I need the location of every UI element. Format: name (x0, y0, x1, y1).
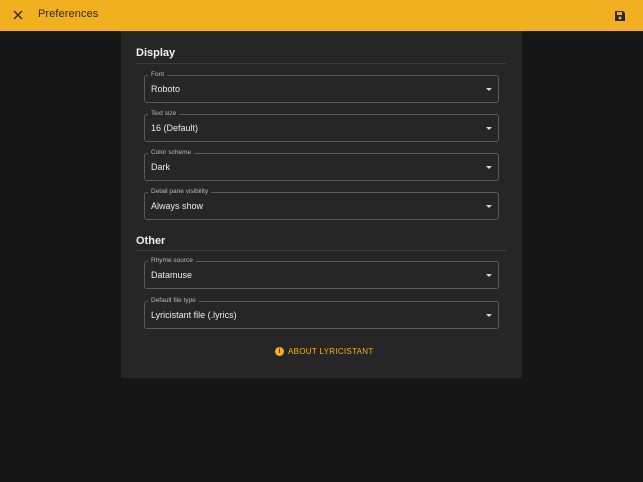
info-icon: i (275, 347, 284, 356)
section-title-other: Other (136, 235, 166, 247)
section-title-display: Display (136, 47, 176, 59)
field-value: Roboto (151, 84, 181, 94)
field-label: Default file type (148, 296, 199, 305)
field-label: Rhyme source (148, 256, 196, 265)
dropdown-arrow-icon (486, 205, 492, 208)
divider (136, 250, 506, 251)
field-value: 16 (Default) (151, 123, 199, 133)
dropdown-arrow-icon (486, 166, 492, 169)
close-icon (13, 10, 23, 20)
preferences-panel: Display Font Roboto Text size 16 (Defaul… (121, 31, 522, 378)
about-button[interactable]: i ABOUT LYRICISTANT (275, 347, 374, 356)
close-button[interactable] (10, 7, 26, 23)
detail-pane-visibility-select[interactable]: Detail pane visibility Always show (144, 187, 499, 220)
save-button[interactable] (614, 9, 626, 21)
save-icon (615, 11, 625, 21)
field-label: Font (148, 70, 168, 79)
rhyme-source-select[interactable]: Rhyme source Datamuse (144, 256, 499, 289)
dropdown-arrow-icon (486, 274, 492, 277)
field-value: Datamuse (151, 270, 193, 280)
field-label: Color scheme (148, 148, 195, 157)
text-size-select[interactable]: Text size 16 (Default) (144, 109, 499, 142)
color-scheme-select[interactable]: Color scheme Dark (144, 148, 499, 181)
field-label: Detail pane visibility (148, 187, 212, 196)
about-label: ABOUT LYRICISTANT (288, 347, 374, 356)
page-title: Preferences (38, 8, 99, 20)
field-value: Always show (151, 201, 204, 211)
divider (136, 63, 506, 64)
field-value: Lyricistant file (.lyrics) (151, 310, 237, 320)
field-label: Text size (148, 109, 180, 118)
dropdown-arrow-icon (486, 314, 492, 317)
field-value: Dark (151, 162, 171, 172)
default-file-type-select[interactable]: Default file type Lyricistant file (.lyr… (144, 296, 499, 329)
dropdown-arrow-icon (486, 127, 492, 130)
app-bar: Preferences (0, 0, 643, 31)
dropdown-arrow-icon (486, 88, 492, 91)
font-select[interactable]: Font Roboto (144, 70, 499, 103)
